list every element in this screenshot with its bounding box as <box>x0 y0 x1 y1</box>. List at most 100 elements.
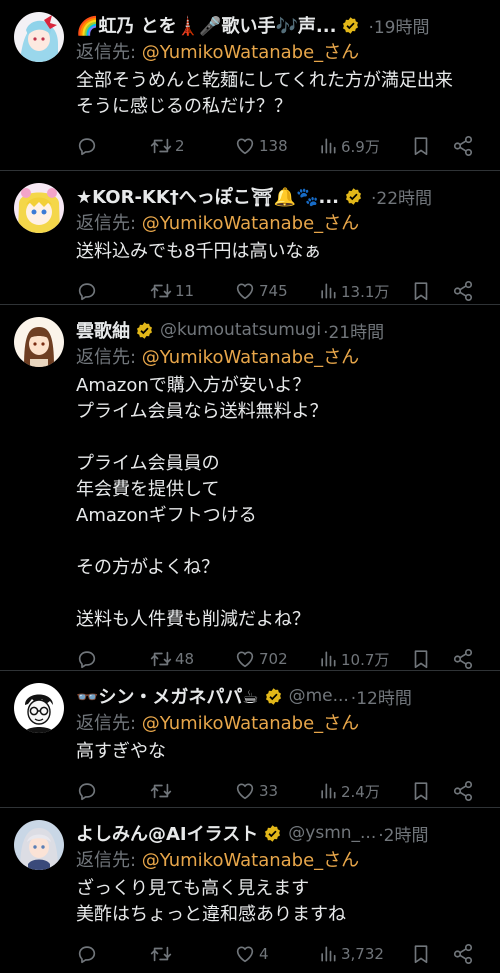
reply-context: 返信先: @YumikoWatanabe_さん <box>76 848 486 874</box>
avatar[interactable] <box>14 12 64 62</box>
tweet[interactable]: 👓シン・メガネパパ☕ @me... ·12時間 返信先: @YumikoWata… <box>0 671 500 808</box>
display-name[interactable]: 雲歌紬 <box>76 317 130 343</box>
retweet-button[interactable]: 2 <box>150 135 234 157</box>
views-button[interactable]: 10.7万 <box>318 649 410 670</box>
reply-mention-link[interactable]: @YumikoWatanabe_さん <box>142 213 359 234</box>
avatar[interactable] <box>14 820 64 870</box>
retweet-button[interactable]: 11 <box>150 280 234 302</box>
views-icon <box>318 944 338 964</box>
reply-mention-link[interactable]: @YumikoWatanabe_さん <box>142 713 359 734</box>
like-button[interactable]: 745 <box>234 280 318 302</box>
reply-icon <box>76 648 98 670</box>
share-button[interactable] <box>452 280 482 302</box>
display-name[interactable]: 👓シン・メガネパパ☕ <box>76 683 259 709</box>
views-icon <box>318 649 338 669</box>
handle[interactable]: @ysmn_... <box>288 823 376 843</box>
views-button[interactable]: 6.9万 <box>318 136 410 157</box>
views-icon <box>318 136 338 156</box>
action-bar: 4 3,732 <box>76 940 486 968</box>
timestamp[interactable]: ·22時間 <box>371 184 432 209</box>
share-button[interactable] <box>452 943 482 965</box>
timestamp[interactable]: ·2時間 <box>378 821 428 846</box>
handle[interactable]: @kumoutatsumugi <box>160 320 321 340</box>
bookmark-button[interactable] <box>410 280 452 302</box>
bookmark-icon <box>410 648 432 670</box>
views-button[interactable]: 13.1万 <box>318 281 410 302</box>
verified-badge-icon <box>135 321 154 340</box>
retweet-icon <box>150 135 172 157</box>
display-name[interactable]: ★KOR-KK†へっぽこ⛩🔔🐾... <box>76 183 339 209</box>
display-name[interactable]: よしみん@AIイラスト <box>76 820 258 846</box>
like-icon <box>234 648 256 670</box>
action-bar: 11 745 13.1万 <box>76 277 486 305</box>
tweet-text: ざっくり見ても高く見えます 美酢はちょっと違和感ありますね <box>76 878 346 925</box>
reply-context: 返信先: @YumikoWatanabe_さん <box>76 711 486 737</box>
retweet-icon <box>150 648 172 670</box>
retweet-icon <box>150 780 172 802</box>
like-count: 4 <box>259 945 269 963</box>
like-count: 33 <box>259 782 279 800</box>
like-button[interactable]: 33 <box>234 780 318 802</box>
reply-prefix: 返信先: <box>76 850 142 871</box>
view-count: 3,732 <box>341 945 384 963</box>
like-button[interactable]: 702 <box>234 648 318 670</box>
retweet-icon <box>150 280 172 302</box>
bookmark-icon <box>410 943 432 965</box>
reply-button[interactable] <box>76 943 150 965</box>
bookmark-button[interactable] <box>410 943 452 965</box>
reply-button[interactable] <box>76 648 150 670</box>
reply-context: 返信先: @YumikoWatanabe_さん <box>76 345 486 371</box>
reply-icon <box>76 780 98 802</box>
timestamp[interactable]: ·21時間 <box>323 318 384 343</box>
verified-badge-icon <box>263 824 282 843</box>
reply-mention-link[interactable]: @YumikoWatanabe_さん <box>142 347 359 368</box>
like-icon <box>234 280 256 302</box>
reply-button[interactable] <box>76 135 150 157</box>
reply-context: 返信先: @YumikoWatanabe_さん <box>76 211 486 237</box>
share-button[interactable] <box>452 648 482 670</box>
reply-mention-link[interactable]: @YumikoWatanabe_さん <box>142 42 359 63</box>
tweet-text: 全部そうめんと乾麺にしてくれた方が満足出来 そうに感じるの私だけ？？ <box>76 70 453 117</box>
reply-context: 返信先: @YumikoWatanabe_さん <box>76 40 486 66</box>
bookmark-button[interactable] <box>410 648 452 670</box>
share-button[interactable] <box>452 780 482 802</box>
tweet[interactable]: 雲歌紬 @kumoutatsumugi ·21時間 返信先: @YumikoWa… <box>0 305 500 671</box>
avatar[interactable] <box>14 683 64 733</box>
tweet[interactable]: 🌈虹乃 とを🗼🎤歌い手🎶声... ·19時間 返信先: @YumikoWatan… <box>0 0 500 171</box>
like-count: 745 <box>259 282 288 300</box>
action-bar: 2 138 6.9万 <box>76 132 486 160</box>
views-icon <box>318 281 338 301</box>
retweet-count: 11 <box>175 282 195 300</box>
tweet[interactable]: よしみん@AIイラスト @ysmn_... ·2時間 返信先: @YumikoW… <box>0 808 500 973</box>
share-button[interactable] <box>452 135 482 157</box>
like-button[interactable]: 138 <box>234 135 318 157</box>
reply-icon <box>76 135 98 157</box>
tweet-text: 高すぎやな <box>76 741 166 762</box>
retweet-button[interactable]: 48 <box>150 648 234 670</box>
views-button[interactable]: 2.4万 <box>318 781 410 802</box>
retweet-count: 48 <box>175 650 195 668</box>
display-name[interactable]: 🌈虹乃 とを🗼🎤歌い手🎶声... <box>76 12 336 38</box>
share-icon <box>452 648 474 670</box>
retweet-button[interactable] <box>150 780 234 802</box>
avatar[interactable] <box>14 183 64 233</box>
reply-icon <box>76 280 98 302</box>
verified-badge-icon <box>344 187 363 206</box>
reply-button[interactable] <box>76 780 150 802</box>
retweet-button[interactable] <box>150 943 234 965</box>
action-bar: 33 2.4万 <box>76 777 486 805</box>
bookmark-button[interactable] <box>410 135 452 157</box>
handle[interactable]: @me... <box>289 686 349 706</box>
bookmark-button[interactable] <box>410 780 452 802</box>
reply-mention-link[interactable]: @YumikoWatanabe_さん <box>142 850 359 871</box>
timestamp[interactable]: ·19時間 <box>368 13 429 38</box>
views-button[interactable]: 3,732 <box>318 944 410 964</box>
retweet-count: 2 <box>175 137 185 155</box>
view-count: 6.9万 <box>341 137 380 156</box>
reply-button[interactable] <box>76 280 150 302</box>
like-icon <box>234 135 256 157</box>
like-button[interactable]: 4 <box>234 943 318 965</box>
avatar[interactable] <box>14 317 64 367</box>
tweet[interactable]: ★KOR-KK†へっぽこ⛩🔔🐾... ·22時間 返信先: @YumikoWat… <box>0 171 500 305</box>
timestamp[interactable]: ·12時間 <box>351 684 412 709</box>
